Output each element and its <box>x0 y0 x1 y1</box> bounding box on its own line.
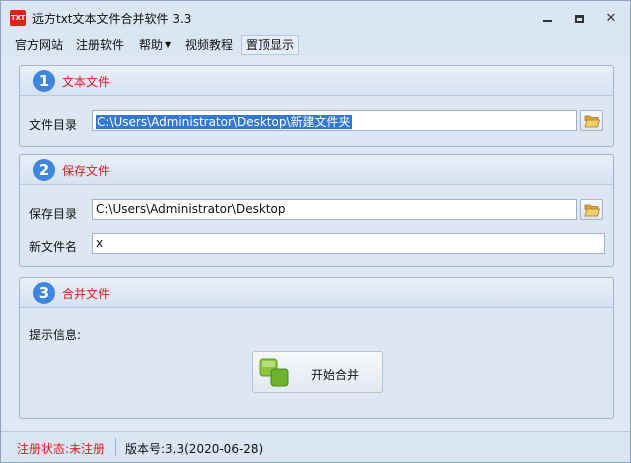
status-divider <box>115 438 116 456</box>
close-button[interactable]: ✕ <box>598 9 624 27</box>
maximize-button[interactable] <box>566 9 592 27</box>
window-title: 远方txt文本文件合并软件 3.3 <box>32 12 192 26</box>
menu-always-on-top[interactable]: 置顶显示 <box>241 35 300 55</box>
panel-title: 合并文件 <box>62 287 111 301</box>
menu-official-site[interactable]: 官方网站 <box>11 35 67 55</box>
menu-video-tutorial[interactable]: 视频教程 <box>181 35 237 55</box>
start-merge-button[interactable]: 开始合并 <box>252 351 383 393</box>
version-label: 版本号:3.3(2020-06-28) <box>125 442 264 456</box>
save-dir-input[interactable]: C:\Users\Administrator\Desktop <box>92 199 577 220</box>
folder-open-icon <box>584 115 600 128</box>
maximize-icon <box>574 14 584 23</box>
step-number-badge: 1 <box>33 70 55 92</box>
menu-help[interactable]: 帮助 ▼ <box>135 35 175 55</box>
panel-header: 3 合并文件 <box>20 278 613 308</box>
save-file-panel: 2 保存文件 保存目录 C:\Users\Administrator\Deskt… <box>19 154 614 267</box>
browse-source-button[interactable] <box>580 110 603 131</box>
chevron-down-icon: ▼ <box>165 40 172 49</box>
new-file-name-input[interactable]: x <box>92 233 605 254</box>
merge-icon <box>259 358 289 387</box>
source-dir-input[interactable]: C:\Users\Administrator\Desktop\新建文件夹 <box>92 110 577 131</box>
app-icon: TXT <box>10 10 26 26</box>
panel-title: 保存文件 <box>62 164 111 178</box>
status-bar: 注册状态:未注册 版本号:3.3(2020-06-28) <box>1 431 630 462</box>
panel-header: 2 保存文件 <box>20 155 613 185</box>
panel-header: 1 文本文件 <box>20 66 613 96</box>
registration-status: 注册状态:未注册 <box>17 442 106 456</box>
close-icon: ✕ <box>605 11 617 26</box>
source-dir-label: 文件目录 <box>29 118 78 132</box>
panel-title: 文本文件 <box>62 75 111 89</box>
minimize-icon <box>542 19 552 22</box>
new-file-name-label: 新文件名 <box>29 240 78 254</box>
menu-label: 置顶显示 <box>246 38 295 52</box>
step-number-badge: 3 <box>33 282 55 304</box>
title-bar[interactable]: TXT 远方txt文本文件合并软件 3.3 ✕ <box>1 1 630 33</box>
merge-files-panel: 3 合并文件 提示信息: 开始合并 <box>19 277 614 419</box>
save-dir-label: 保存目录 <box>29 207 78 221</box>
menu-label: 注册软件 <box>76 38 125 52</box>
minimize-button[interactable] <box>534 9 560 27</box>
menu-label: 官方网站 <box>15 38 64 52</box>
text-files-panel: 1 文本文件 文件目录 C:\Users\Administrator\Deskt… <box>19 65 614 147</box>
folder-open-icon <box>584 204 600 217</box>
new-file-name-value: x <box>96 236 104 250</box>
merge-button-label: 开始合并 <box>311 368 360 382</box>
save-dir-value: C:\Users\Administrator\Desktop <box>96 202 286 216</box>
app-window: TXT 远方txt文本文件合并软件 3.3 ✕ 官方网站 注册软件 帮助 ▼ 视频… <box>0 0 631 463</box>
browse-save-button[interactable] <box>580 199 603 220</box>
menu-label: 帮助 <box>139 38 164 52</box>
menu-register[interactable]: 注册软件 <box>72 35 128 55</box>
step-number-badge: 2 <box>33 159 55 181</box>
menu-bar: 官方网站 注册软件 帮助 ▼ 视频教程 置顶显示 <box>1 33 630 57</box>
info-label: 提示信息: <box>29 328 82 342</box>
menu-label: 视频教程 <box>185 38 234 52</box>
selected-text: C:\Users\Administrator\Desktop\新建文件夹 <box>96 115 352 129</box>
